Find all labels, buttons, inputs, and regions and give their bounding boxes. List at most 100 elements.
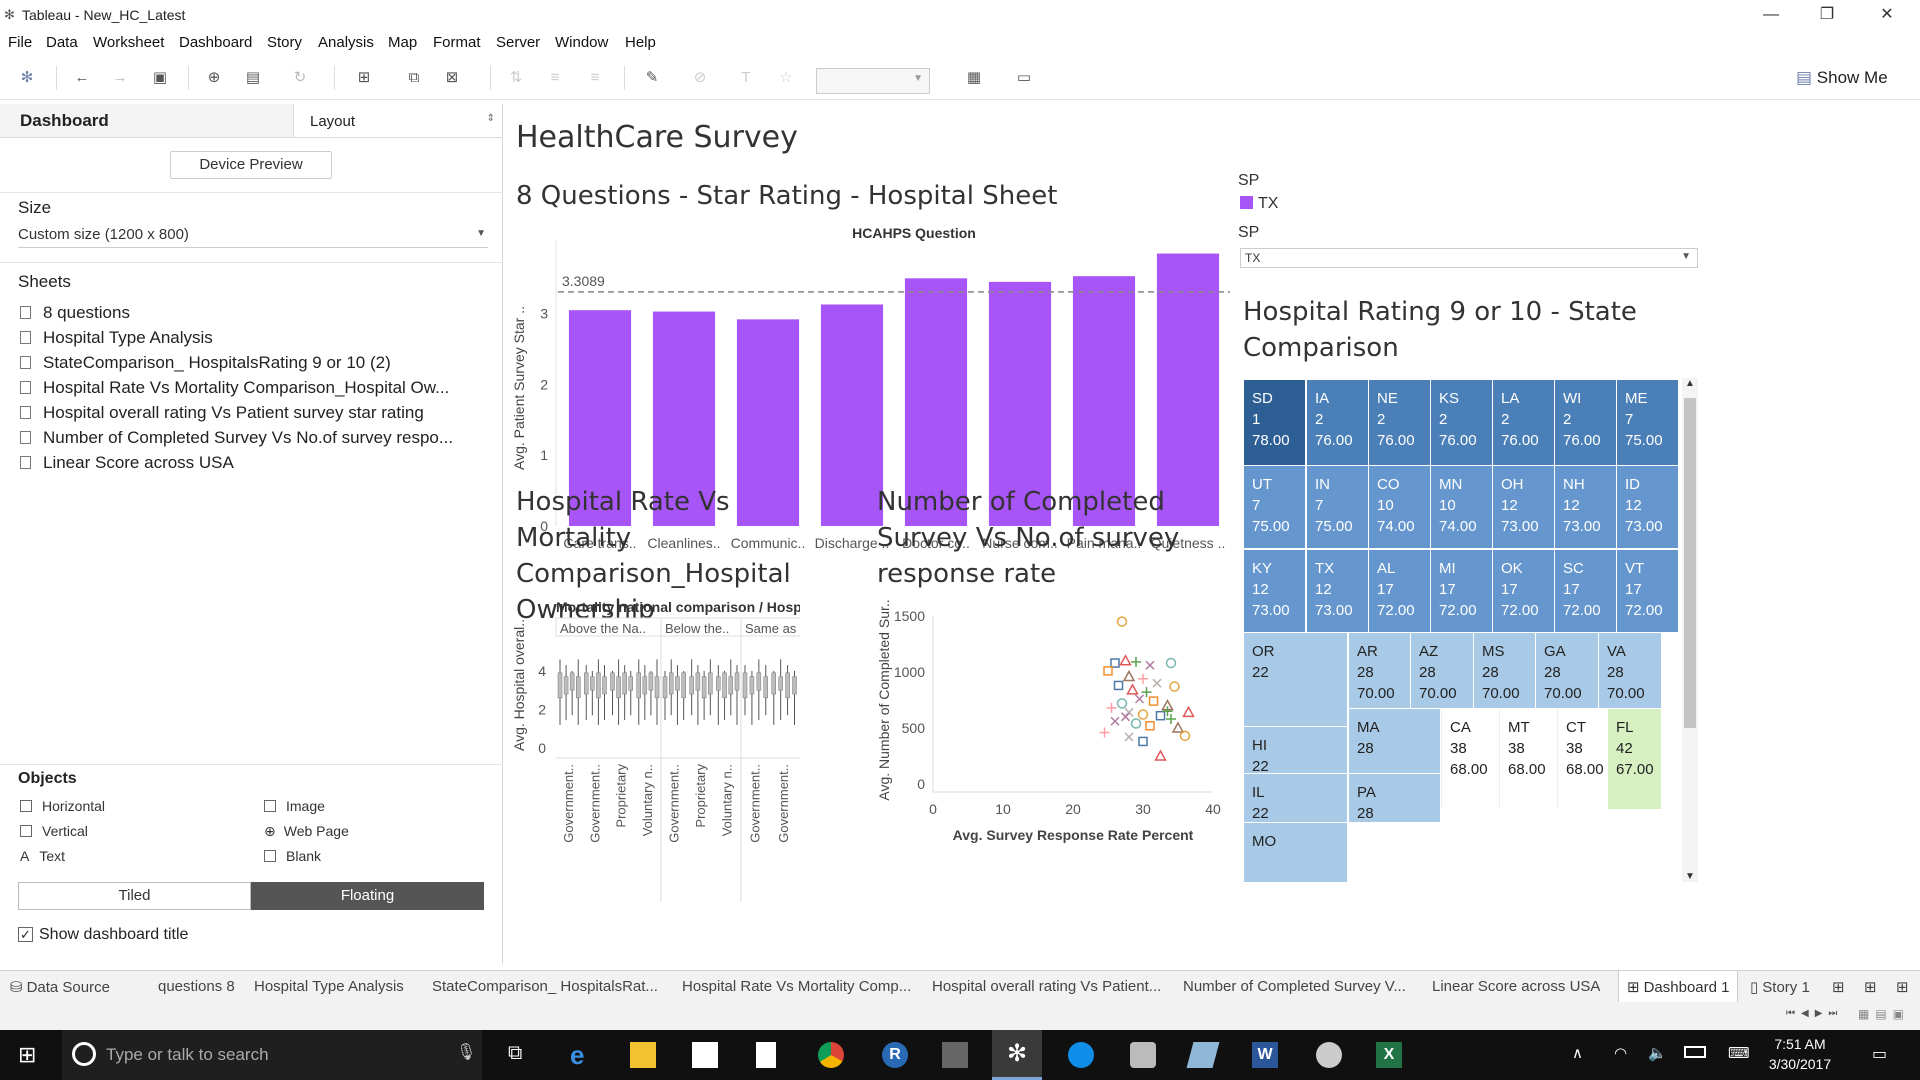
file-explorer-icon[interactable] [630, 1042, 656, 1068]
treemap-cell[interactable]: NH 12 73.00 [1555, 466, 1616, 548]
treemap-cell[interactable]: IL 22 [1244, 774, 1347, 822]
taskbar-search-box[interactable]: Type or talk to search 🎙 [62, 1030, 482, 1080]
redo-icon[interactable]: → [110, 68, 130, 88]
excel-icon[interactable]: X [1376, 1042, 1402, 1068]
network-icon[interactable]: ◠ [1614, 1044, 1627, 1062]
minimize-button[interactable]: — [1748, 2, 1794, 28]
show-hidden-icons-icon[interactable]: ∧ [1572, 1044, 1583, 1062]
app-2-icon[interactable] [1186, 1042, 1220, 1068]
layout-tab[interactable]: Layout ⇕ [293, 104, 503, 138]
tab-completed-survey[interactable]: Number of Completed Survey V... [1183, 978, 1406, 995]
menu-window[interactable]: Window [555, 34, 608, 51]
pause-updates-icon[interactable]: ▤ [243, 68, 263, 88]
treemap-cell[interactable]: MT 38 68.00 [1499, 709, 1556, 809]
tab-state-comparison[interactable]: StateComparison_ HospitalsRat... [432, 978, 658, 995]
keyboard-icon[interactable]: ⌨ [1728, 1044, 1750, 1062]
treemap-scrollbar[interactable]: ▲ ▼ [1682, 378, 1698, 882]
floating-button[interactable]: Floating [251, 882, 484, 910]
menu-server[interactable]: Server [496, 34, 540, 51]
labels-icon[interactable]: T [736, 68, 756, 88]
tab-linear-score[interactable]: Linear Score across USA [1432, 978, 1600, 995]
tab-navigation-icons[interactable]: ⏮◀▶⏭ [1786, 1008, 1843, 1019]
treemap-cell[interactable]: VA 28 70.00 [1599, 633, 1661, 708]
treemap-cell[interactable]: FL 42 67.00 [1608, 709, 1661, 809]
treemap-cell[interactable]: MN 10 74.00 [1431, 466, 1492, 548]
show-title-checkbox[interactable]: ✓ Show dashboard title [18, 926, 188, 944]
treemap-cell[interactable]: TX 12 73.00 [1307, 550, 1368, 632]
battery-icon[interactable] [1684, 1046, 1706, 1058]
tab-story-1[interactable]: ▯ Story 1 [1750, 978, 1810, 996]
tab-8-questions[interactable]: 8 questions [158, 978, 242, 995]
close-button[interactable]: ✕ [1864, 2, 1910, 28]
treemap-cell[interactable]: AL 17 72.00 [1369, 550, 1430, 632]
store-icon[interactable] [692, 1042, 718, 1068]
menu-help[interactable]: Help [625, 34, 656, 51]
clock-time[interactable]: 7:51 AM [1752, 1036, 1848, 1052]
app-icon[interactable] [942, 1042, 968, 1068]
treemap-cell[interactable]: CO 10 74.00 [1369, 466, 1430, 548]
scroll-thumb[interactable] [1684, 398, 1696, 728]
tiled-button[interactable]: Tiled [18, 882, 251, 910]
clock-date[interactable]: 3/30/2017 [1752, 1056, 1848, 1072]
sheet-item[interactable]: Number of Completed Survey Vs No.of surv… [20, 428, 453, 448]
new-story-tab-icon[interactable]: ⊞ [1896, 978, 1909, 996]
show-me-button[interactable]: ▤ Show Me [1796, 68, 1888, 88]
sheet-item[interactable]: 8 questions [20, 303, 130, 323]
chrome-icon[interactable] [818, 1042, 844, 1068]
new-data-source-icon[interactable]: ⊕ [204, 68, 224, 88]
refresh-icon[interactable]: ↻ [290, 68, 310, 88]
tab-data-source[interactable]: ⛁ Data Source [10, 978, 110, 996]
duplicate-icon[interactable]: ⧉ [404, 68, 424, 88]
treemap-cell[interactable]: UT 7 75.00 [1244, 466, 1305, 548]
fix-axes-icon[interactable]: ☆ [776, 68, 796, 88]
fit-dropdown[interactable]: ▼ [816, 68, 930, 94]
sheet-item[interactable]: StateComparison_ HospitalsRating 9 or 10… [20, 353, 391, 373]
treemap-cell[interactable]: KY 12 73.00 [1244, 550, 1305, 632]
menu-dashboard[interactable]: Dashboard [179, 34, 252, 51]
object-text[interactable]: A Text [20, 848, 65, 864]
highlight-icon[interactable]: ✎ [642, 68, 662, 88]
menu-analysis[interactable]: Analysis [318, 34, 374, 51]
clear-icon[interactable]: ⊠ [442, 68, 462, 88]
treemap-cell[interactable]: OR 22 [1244, 633, 1347, 726]
menu-map[interactable]: Map [388, 34, 417, 51]
treemap-cell[interactable]: MI 17 72.00 [1431, 550, 1492, 632]
sheet-item[interactable]: Hospital overall rating Vs Patient surve… [20, 403, 424, 423]
new-worksheet-icon[interactable]: ⊞ [354, 68, 374, 88]
tableau-taskbar-icon[interactable]: ✻ [992, 1030, 1042, 1080]
dashboard-tab[interactable]: Dashboard [0, 104, 293, 138]
treemap-cell[interactable]: NE 2 76.00 [1369, 380, 1430, 465]
database-app-icon[interactable] [1130, 1042, 1156, 1068]
view-toggle-icons[interactable]: ▦▤▣ [1858, 1007, 1910, 1021]
treemap-cell[interactable]: MA 28 [1349, 709, 1440, 773]
word-icon[interactable]: W [1252, 1042, 1278, 1068]
object-horizontal[interactable]: Horizontal [20, 798, 105, 814]
treemap-cell[interactable]: ID 12 73.00 [1617, 466, 1678, 548]
presentation-mode-icon[interactable]: ▭ [1014, 68, 1034, 88]
treemap-cell[interactable]: ME 7 75.00 [1617, 380, 1678, 465]
treemap-cell[interactable]: OK 17 72.00 [1493, 550, 1554, 632]
sheet-item[interactable]: Linear Score across USA [20, 453, 234, 473]
tab-hospital-overall-rating[interactable]: Hospital overall rating Vs Patient... [932, 978, 1161, 995]
object-vertical[interactable]: Vertical [20, 823, 88, 839]
menu-file[interactable]: File [8, 34, 32, 51]
show-cards-icon[interactable]: ▦ [964, 68, 984, 88]
new-dashboard-tab-icon[interactable]: ⊞ [1864, 978, 1877, 996]
treemap-cell[interactable]: CT 38 68.00 [1557, 709, 1607, 809]
tab-dashboard-1[interactable]: ⊞ Dashboard 1 [1618, 971, 1739, 1003]
size-select[interactable]: Custom size (1200 x 800) ▼ [18, 222, 488, 248]
tab-hospital-rate-mortality[interactable]: Hospital Rate Vs Mortality Comp... [682, 978, 911, 995]
windows-start-icon[interactable]: ⊞ [18, 1042, 36, 1068]
treemap-cell[interactable]: AZ 28 70.00 [1411, 633, 1473, 708]
treemap-cell[interactable]: IA 2 76.00 [1307, 380, 1368, 465]
treemap-cell[interactable]: PA 28 [1349, 774, 1440, 822]
volume-icon[interactable]: 🔈 [1648, 1044, 1667, 1062]
treemap-cell[interactable]: OH 12 73.00 [1493, 466, 1554, 548]
menu-story[interactable]: Story [267, 34, 302, 51]
treemap-cell[interactable]: VT 17 72.00 [1617, 550, 1678, 632]
save-icon[interactable]: ▣ [150, 68, 170, 88]
menu-worksheet[interactable]: Worksheet [93, 34, 164, 51]
treemap-cell[interactable]: SC 17 72.00 [1555, 550, 1616, 632]
legend-item[interactable]: TX [1240, 195, 1278, 213]
treemap-cell[interactable]: GA 28 70.00 [1536, 633, 1598, 708]
